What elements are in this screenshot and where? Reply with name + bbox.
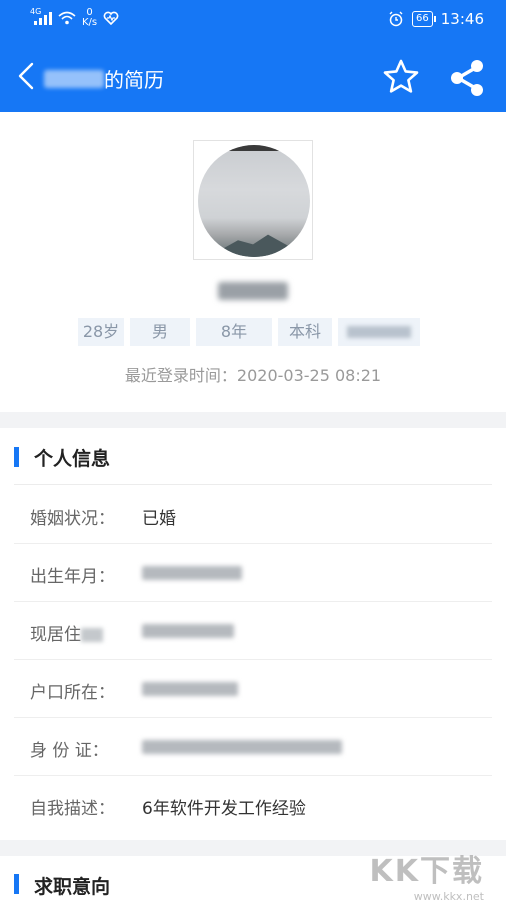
row-label: 户口所在： (30, 683, 115, 703)
row-label: 身 份 证： (30, 741, 109, 761)
redacted-value (142, 682, 238, 696)
wifi-icon (58, 11, 76, 25)
avatar-image (198, 145, 310, 257)
battery-icon: 66 (412, 11, 436, 27)
redacted-value (142, 624, 234, 638)
app-header: 的简历 (0, 40, 506, 112)
redacted-value (142, 740, 342, 754)
clock: 13:46 (440, 10, 484, 28)
redacted-value (142, 566, 242, 580)
tag-redacted (338, 318, 420, 346)
tag-gender: 男 (130, 318, 190, 346)
row-value: 6年软件开发工作经验 (142, 799, 306, 819)
page-title: 的简历 (44, 64, 164, 93)
redacted-name (44, 69, 104, 88)
last-login-time: 2020-03-25 08:21 (236, 366, 382, 385)
profile-tags: 28岁 男 8年 本科 (78, 318, 420, 346)
info-row-residence: 现居住 (14, 602, 492, 660)
watermark-url: www.kkx.net (413, 890, 484, 900)
info-row-marital: 婚姻状况： 已婚 (14, 486, 492, 544)
signal-icon: 4G (30, 7, 52, 25)
page-title-text: 的简历 (104, 68, 164, 92)
last-login: 最近登录时间：2020-03-25 08:21 (0, 362, 506, 386)
row-label: 出生年月： (30, 567, 115, 587)
watermark-brand: KK下载 (369, 854, 484, 889)
info-row-self-desc: 自我描述： 6年软件开发工作经验 (14, 776, 492, 834)
chevron-left-icon[interactable] (14, 60, 42, 92)
star-icon[interactable] (382, 58, 420, 96)
row-label: 自我描述： (30, 799, 115, 819)
section-title: 个人信息 (34, 448, 111, 470)
network-speed: 0 K/s (82, 7, 98, 28)
tag-education: 本科 (278, 318, 332, 346)
heart-icon (103, 11, 119, 25)
section-header: 个人信息 (0, 428, 506, 484)
section-accent (14, 447, 19, 467)
last-login-label: 最近登录时间： (124, 366, 237, 385)
profile-card: 28岁 男 8年 本科 最近登录时间：2020-03-25 08:21 (0, 112, 506, 412)
redacted-user-name (218, 282, 288, 300)
share-icon[interactable] (448, 58, 488, 98)
divider (14, 484, 492, 485)
personal-info-section: 个人信息 婚姻状况： 已婚 出生年月： 现居住 户口所在： 身 份 证： 自我描… (0, 428, 506, 840)
tag-experience: 8年 (196, 318, 272, 346)
status-bar: 4G 0 K/s 66 13:46 (0, 0, 506, 40)
network-type: 4G (30, 7, 42, 16)
avatar[interactable] (193, 140, 313, 260)
info-row-id: 身 份 证： (14, 718, 492, 776)
section-title: 求职意向 (34, 876, 111, 898)
section-accent (14, 874, 19, 894)
tag-age: 28岁 (78, 318, 124, 346)
info-row-hukou: 户口所在： (14, 660, 492, 718)
info-row-birth: 出生年月： (14, 544, 492, 602)
battery-level: 66 (416, 13, 429, 24)
alarm-icon (389, 11, 403, 27)
row-label: 现居住 (30, 620, 103, 645)
row-label: 婚姻状况： (30, 509, 115, 529)
row-value: 已婚 (142, 509, 176, 529)
watermark: KK下载 www.kkx.net (370, 846, 485, 900)
